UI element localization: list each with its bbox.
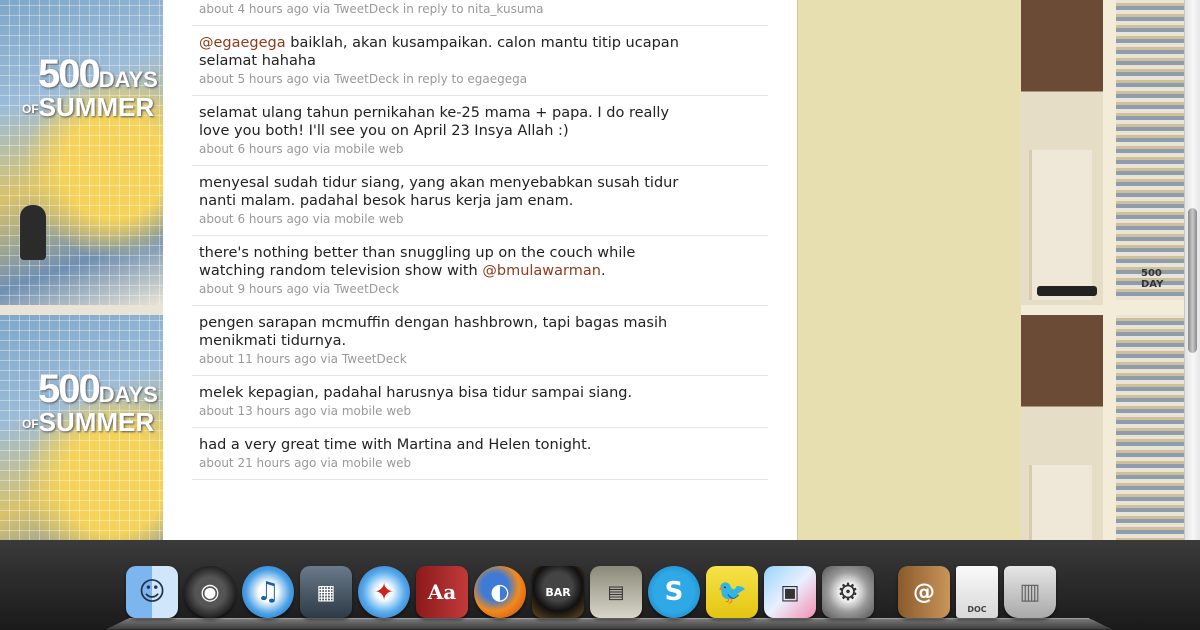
wallpaper-left: 500DAYS OFSUMMER 500DAYS OFSUMMER <box>0 0 163 540</box>
tweet-time[interactable]: about 13 hours ago <box>199 404 316 418</box>
tweet-meta: about 11 hours ago via TweetDeck <box>199 352 407 366</box>
expose-icon[interactable]: ▦ <box>300 566 352 618</box>
safari-icon[interactable]: ✦ <box>358 566 410 618</box>
tweet-meta: about 6 hours ago via mobile web <box>199 142 404 156</box>
tweet-source[interactable]: mobile web <box>342 404 411 418</box>
tweet-time[interactable]: about 6 hours ago <box>199 142 309 156</box>
tweet-time[interactable]: about 5 hours ago <box>199 72 309 86</box>
poster-subtitle: OFSUMMER <box>22 407 155 437</box>
tweet-source[interactable]: mobile web <box>342 456 411 470</box>
tweet-timeline: about 4 hours ago via TweetDeck in reply… <box>163 0 797 540</box>
tweet-text: @egaegega baiklah, akan kusampaikan. cal… <box>199 35 679 69</box>
tweet-source[interactable]: TweetDeck <box>334 72 399 86</box>
skype-icon[interactable]: S <box>648 566 700 618</box>
tweet-time[interactable]: about 4 hours ago <box>199 2 309 16</box>
firefox-icon[interactable]: ◐ <box>474 566 526 618</box>
tweet-source[interactable]: TweetDeck <box>334 2 399 16</box>
preview-icon[interactable]: ▣ <box>764 566 816 618</box>
tweet-text: had a very great time with Martina and H… <box>199 437 592 453</box>
tweet-meta: about 6 hours ago via mobile web <box>199 212 404 226</box>
tweet-list: about 4 hours ago via TweetDeck in reply… <box>192 0 768 480</box>
tweet-text: melek kepagian, padahal harusnya bisa ti… <box>199 385 633 401</box>
poster-figure <box>1021 0 1103 305</box>
tweet-item: there's nothing better than snuggling up… <box>192 236 768 306</box>
profile-sidebar <box>797 0 1022 540</box>
dictionary-icon[interactable]: Aa <box>416 566 468 618</box>
poster-mosaic <box>1116 0 1184 300</box>
tweet-item: pengen sarapan mcmuffin dengan hashbrown… <box>192 306 768 376</box>
tweet-text: menyesal sudah tidur siang, yang akan me… <box>199 175 679 209</box>
dashboard-icon[interactable]: ◉ <box>184 566 236 618</box>
poster-title: 500DAYS <box>38 367 158 411</box>
poster-caption: 500 DAY <box>1141 268 1164 290</box>
bomb-app-icon[interactable]: BAR <box>532 566 584 618</box>
poster-figure <box>1021 315 1103 540</box>
tweet-source[interactable]: mobile web <box>334 142 403 156</box>
tweet-time[interactable]: about 9 hours ago <box>199 282 309 296</box>
tweet-meta: about 9 hours ago via TweetDeck <box>199 282 400 296</box>
tweet-meta: about 13 hours ago via mobile web <box>199 404 412 418</box>
twitterrific-icon[interactable]: 🐦 <box>706 566 758 618</box>
tweet-item: had a very great time with Martina and H… <box>192 428 768 480</box>
toolbar-app-icon[interactable]: ▤ <box>590 566 642 618</box>
wallpaper-right: 500 DAY <box>1021 0 1184 540</box>
tweet-source[interactable]: mobile web <box>334 212 403 226</box>
mention-link[interactable]: @bmulawarman <box>482 263 601 279</box>
dock: ☺ ◉ ♫ ▦ ✦ Aa ◐ BAR ▤ S 🐦 ▣ ⚙ @ DOC ▥ <box>126 558 1056 618</box>
poster-subtitle: OFSUMMER <box>22 92 155 122</box>
tweet-item: selamat ulang tahun pernikahan ke-25 mam… <box>192 96 768 166</box>
tweet-item: melek kepagian, padahal harusnya bisa ti… <box>192 376 768 428</box>
tweet-meta: about 21 hours ago via mobile web <box>199 456 412 470</box>
poster-mosaic <box>1116 315 1184 540</box>
tweet-text: there's nothing better than snuggling up… <box>199 245 636 279</box>
tweet-reply-link[interactable]: egaegega <box>467 72 527 86</box>
mention-link[interactable]: @egaegega <box>199 35 286 51</box>
dock-shelf <box>105 617 1113 630</box>
document-icon[interactable]: DOC <box>956 566 998 618</box>
poster-title: 500DAYS <box>38 52 158 96</box>
tweet-reply-link[interactable]: nita_kusuma <box>467 2 543 16</box>
tweet-item: @egaegega baiklah, akan kusampaikan. cal… <box>192 26 768 96</box>
itunes-icon[interactable]: ♫ <box>242 566 294 618</box>
poster-image: 500DAYS OFSUMMER <box>0 315 163 540</box>
tweet-item: about 4 hours ago via TweetDeck in reply… <box>192 0 768 26</box>
tweet-time[interactable]: about 11 hours ago <box>199 352 316 366</box>
poster-figure <box>20 205 46 260</box>
vertical-scrollbar[interactable] <box>1184 0 1200 540</box>
address-book-icon[interactable]: @ <box>898 566 950 618</box>
scrollbar-thumb[interactable] <box>1188 208 1197 353</box>
tweet-source[interactable]: TweetDeck <box>342 352 407 366</box>
tweet-item: menyesal sudah tidur siang, yang akan me… <box>192 166 768 236</box>
tweet-text: selamat ulang tahun pernikahan ke-25 mam… <box>199 105 670 139</box>
trash-icon[interactable]: ▥ <box>1004 566 1056 618</box>
tweet-source[interactable]: TweetDeck <box>334 282 399 296</box>
poster-image: 500DAYS OFSUMMER <box>0 0 163 305</box>
tweet-time[interactable]: about 21 hours ago <box>199 456 316 470</box>
tweet-meta: about 5 hours ago via TweetDeck in reply… <box>199 72 528 86</box>
tweet-meta: about 4 hours ago via TweetDeck in reply… <box>199 2 544 16</box>
tweet-time[interactable]: about 6 hours ago <box>199 212 309 226</box>
tweet-text: pengen sarapan mcmuffin dengan hashbrown… <box>199 315 668 349</box>
finder-icon[interactable]: ☺ <box>126 566 178 618</box>
system-preferences-icon[interactable]: ⚙ <box>822 566 874 618</box>
